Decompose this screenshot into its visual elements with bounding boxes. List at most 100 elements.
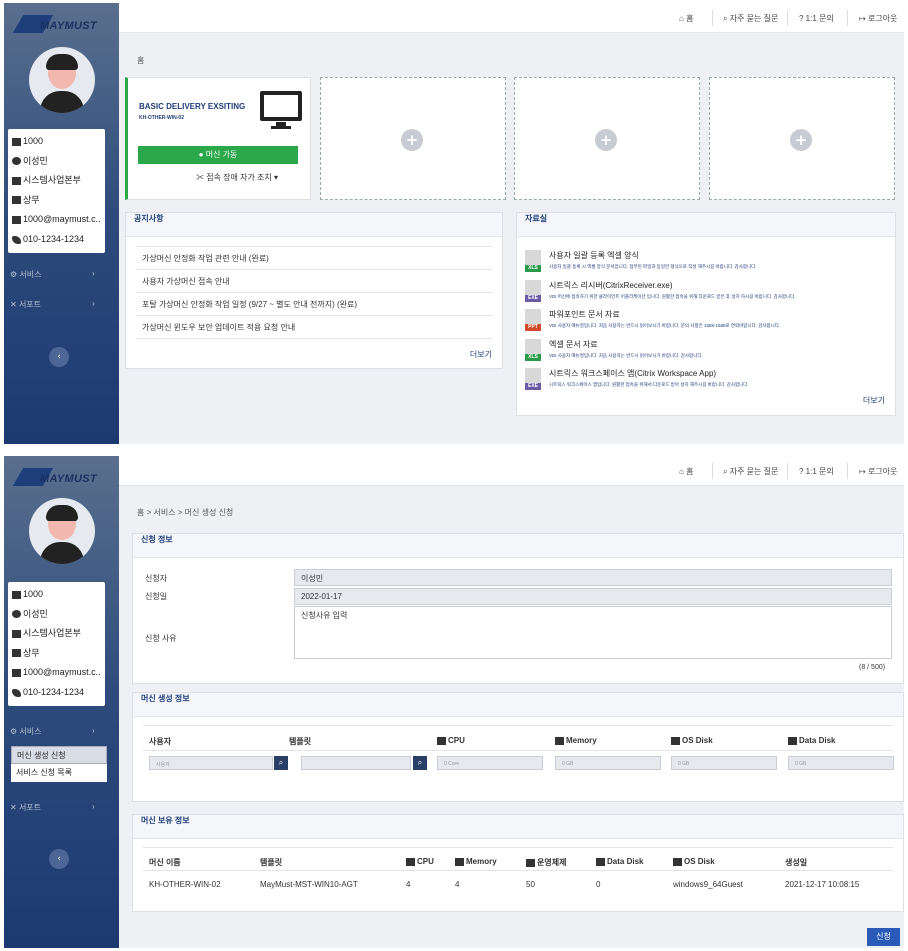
service-submenu: 머신 생성 신청 서비스 신청 목록 — [11, 746, 107, 782]
file-item[interactable]: XLS 사용자 일괄 등록 엑셀 양식 사용자 일괄 등록 시 엑셀 양식 문서입니… — [525, 250, 885, 277]
chip-icon — [437, 736, 446, 745]
tools-icon: ✕ — [10, 803, 19, 812]
question-icon: ? — [799, 467, 806, 476]
file-title: 시트릭스 워크스페이스 앱(Citrix Workspace App) — [549, 369, 717, 378]
home-icon: ⌂ — [679, 14, 687, 23]
top-bar: ⌂ 홈 ⌕ 자주 묻는 질문 ? 1:1 문의 ↦ 로그아웃 — [119, 456, 904, 486]
cell-os: 50 — [526, 880, 535, 889]
char-counter: (8 / 500) — [859, 664, 886, 671]
notice-item[interactable]: 포탈 가상머신 안정화 작업 일정 (9/27 ~ 별도 안내 전까지) (완료… — [136, 293, 492, 316]
logout-link[interactable]: ↦ 로그아웃 — [859, 13, 897, 24]
file-type-badge: EXE — [525, 294, 541, 302]
files-more-link[interactable]: 더보기 — [863, 395, 885, 406]
template-search-input[interactable] — [301, 756, 411, 770]
notice-more-link[interactable]: 더보기 — [470, 349, 492, 360]
self-repair-dropdown[interactable]: ✂ 접속 장애 자가 조치 ▾ — [196, 172, 278, 183]
cell-cpu: 4 — [406, 880, 411, 889]
breadcrumb: 홈 > 서비스 > 머신 생성 신청 — [137, 508, 234, 517]
play-icon: ● — [198, 150, 206, 159]
file-item[interactable]: EXE 시트릭스 워크스페이스 앱(Citrix Workspace App) 시트… — [525, 368, 885, 395]
template-search-button[interactable]: ⌕ — [413, 756, 427, 770]
faq-link[interactable]: ⌕ 자주 묻는 질문 — [723, 466, 778, 477]
add-icon: + — [790, 129, 812, 151]
sidebar-collapse-button[interactable]: ‹ — [49, 347, 69, 367]
brand-logo[interactable]: MAYMUST — [12, 11, 112, 39]
nav-service[interactable]: ⚙ 서비스 › — [10, 726, 95, 737]
nav-support[interactable]: ✕ 서포트 › — [10, 802, 95, 813]
request-info-title: 신청 정보 — [133, 534, 903, 558]
col-cpu: CPU — [406, 857, 434, 866]
empty-vm-slot[interactable]: + — [514, 77, 700, 200]
os-disk-input[interactable]: 0 GB — [671, 756, 777, 770]
file-item[interactable]: XLS 엑셀 문서 자료 VDI 사용자 매뉴얼입니다. 처음 사용자는 반드시 읽… — [525, 338, 885, 366]
memory-icon — [555, 736, 564, 745]
submenu-request-list[interactable]: 서비스 신청 목록 — [11, 764, 107, 782]
inquiry-link[interactable]: ? 1:1 문의 — [799, 13, 834, 24]
col-data-disk: Data Disk — [788, 736, 835, 745]
submenu-machine-create[interactable]: 머신 생성 신청 — [11, 746, 107, 764]
empty-vm-slot[interactable]: + — [709, 77, 895, 200]
logout-icon: ↦ — [859, 14, 868, 23]
sidebar-collapse-button[interactable]: ‹ — [49, 849, 69, 869]
notice-panel: 공지사항 가상머신 안정화 작업 관련 안내 (완료) 사용자 가상머신 접속 … — [125, 212, 503, 369]
top-bar: ⌂ 홈 ⌕ 자주 묻는 질문 ? 1:1 문의 ↦ 로그아웃 — [119, 3, 904, 33]
reason-textarea[interactable]: 신청사유 입력 — [294, 606, 892, 659]
brand-logo[interactable]: MAYMUST — [12, 464, 112, 492]
disk-icon — [673, 857, 682, 866]
home-link[interactable]: ⌂ 홈 — [679, 466, 693, 477]
file-type-badge: XLS — [525, 265, 541, 272]
nav-service[interactable]: ⚙ 서비스 › — [10, 269, 95, 280]
applicant-label: 신청자 — [145, 574, 168, 583]
col-machine-name: 머신 이름 — [149, 858, 181, 867]
col-os-disk: OS Disk — [673, 857, 715, 866]
col-os-disk: OS Disk — [671, 736, 713, 745]
file-title: 엑셀 문서 자료 — [549, 339, 598, 349]
applicant-field: 이성민 — [294, 569, 892, 586]
mail-icon — [12, 216, 21, 224]
file-desc: VDI 머신에 접속하기 위한 클라이언트 어플리케이션 입니다. 원활한 접속… — [549, 293, 796, 299]
col-created: 생성일 — [785, 858, 808, 867]
file-item[interactable]: PPT 파워포인트 문서 자료 VDI 사용자 매뉴얼입니다. 처음 사용자는 반드… — [525, 309, 885, 336]
col-user: 사용자 — [149, 737, 172, 746]
date-label: 신청일 — [145, 592, 168, 601]
search-icon: ⌕ — [723, 14, 730, 23]
home-icon: ⌂ — [679, 467, 687, 476]
memory-input[interactable]: 0 GB — [555, 756, 661, 770]
building-icon — [12, 629, 21, 638]
logout-link[interactable]: ↦ 로그아웃 — [859, 466, 897, 477]
owned-machine-panel: 머신 보유 정보 머신 이름 템플릿 CPU Memory 운영체제 Data … — [132, 814, 904, 912]
file-item[interactable]: EXE 시트릭스 리시버(CitrixReceiver.exe) VDI 머신에 접… — [525, 279, 885, 307]
notice-title: 공지사항 — [126, 213, 502, 237]
wrench-icon: ✂ — [196, 173, 207, 182]
notice-item[interactable]: 가상머신 안정화 작업 관련 안내 (완료) — [136, 247, 492, 270]
question-icon: ? — [799, 14, 806, 23]
files-panel: 자료실 XLS 사용자 일괄 등록 엑셀 양식 사용자 일괄 등록 시 엑셀 양식 … — [516, 212, 896, 416]
profile-card: 1000 이성민 시스템사업본부 상무 1000@maymust.c... 01… — [8, 129, 105, 253]
empty-vm-slot[interactable]: + — [320, 77, 506, 200]
owned-machine-title: 머신 보유 정보 — [133, 815, 903, 839]
cell-template: MayMust-MST-WIN10-AGT — [260, 880, 358, 889]
disk-icon — [526, 858, 535, 867]
submit-button[interactable]: 신청 — [867, 928, 900, 946]
faq-link[interactable]: ⌕ 자주 묻는 질문 — [723, 13, 778, 24]
start-machine-button[interactable]: ● 머신 가동 — [138, 146, 298, 164]
user-search-button[interactable]: ⌕ — [274, 756, 288, 770]
cpu-input[interactable]: 0 Core — [437, 756, 543, 770]
nav-support[interactable]: ✕ 서포트 › — [10, 299, 95, 310]
col-data-disk: Data Disk — [596, 857, 643, 866]
user-search-input[interactable]: 사용자 — [149, 756, 273, 770]
file-type-badge: XLS — [525, 353, 541, 361]
mail-icon — [12, 669, 21, 677]
add-icon: + — [595, 129, 617, 151]
add-icon: + — [401, 129, 423, 151]
cell-machine-name: KH-OTHER-WIN-02 — [149, 880, 221, 889]
notice-item[interactable]: 사용자 가상머신 접속 안내 — [136, 270, 492, 293]
disk-icon — [596, 857, 605, 866]
data-disk-input[interactable]: 0 GB — [788, 756, 894, 770]
user-icon — [12, 610, 21, 619]
notice-item[interactable]: 가상머신 윈도우 보안 업데이트 적용 요청 안내 — [136, 316, 492, 339]
inquiry-link[interactable]: ? 1:1 문의 — [799, 466, 834, 477]
file-title: 파워포인트 문서 자료 — [549, 310, 620, 319]
home-link[interactable]: ⌂ 홈 — [679, 13, 693, 24]
file-title: 사용자 일괄 등록 엑셀 양식 — [549, 251, 639, 260]
